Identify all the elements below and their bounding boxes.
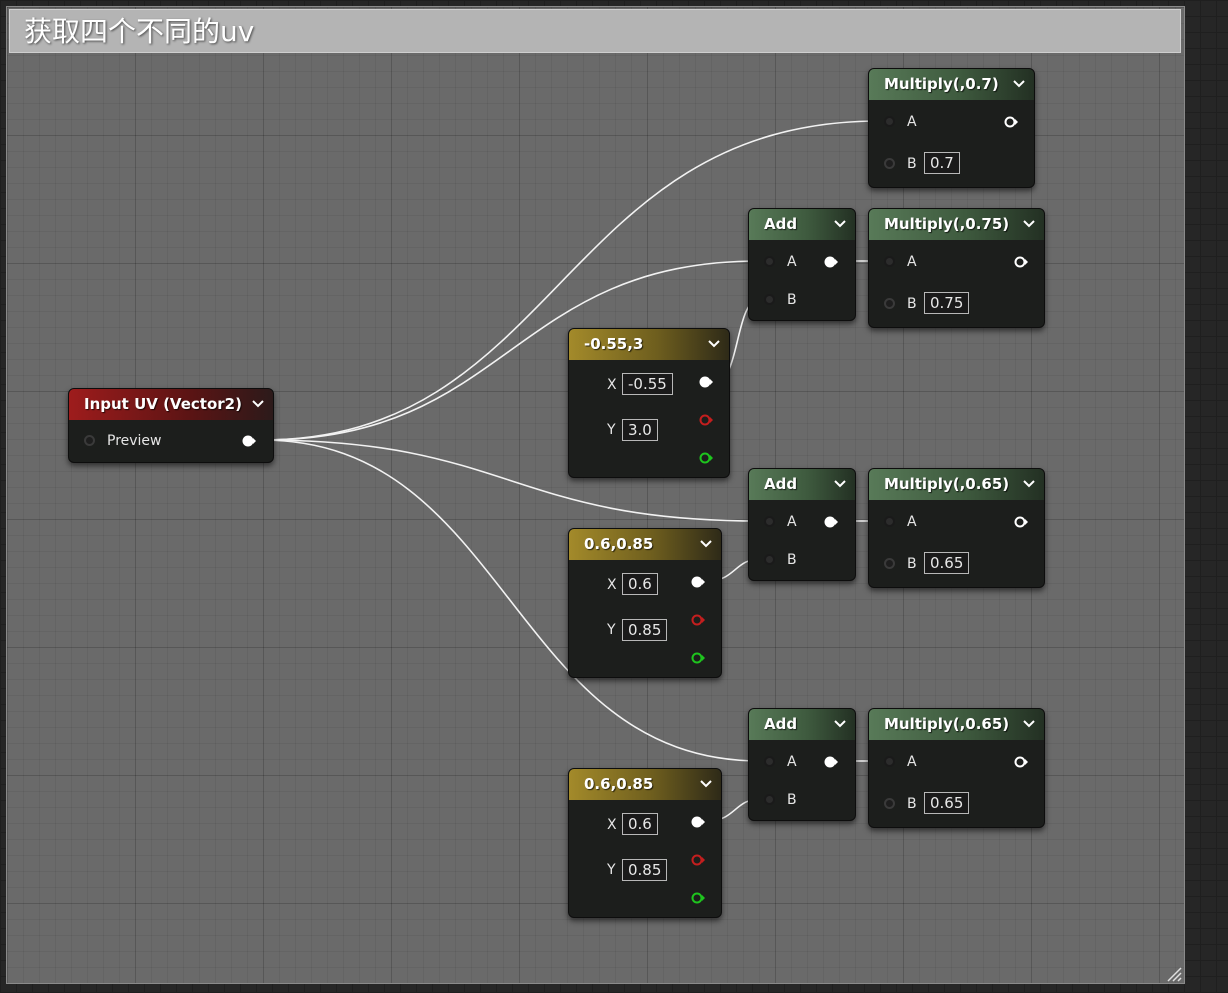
vector-1-y-label: Y bbox=[607, 422, 616, 438]
vector-node-2[interactable]: 0.6,0.85 X 0.6 Y 0.85 bbox=[568, 528, 722, 678]
add-1-output-pin[interactable] bbox=[824, 255, 838, 269]
vector-2-green-pin[interactable] bbox=[691, 651, 705, 665]
add-2-a-pin[interactable] bbox=[764, 516, 775, 527]
multiply-4-a-label: A bbox=[907, 754, 917, 770]
vector-node-1-title: -0.55,3 bbox=[569, 329, 729, 360]
chevron-down-icon[interactable] bbox=[833, 476, 847, 490]
vector-1-x-value[interactable]: -0.55 bbox=[622, 373, 673, 395]
chevron-down-icon[interactable] bbox=[833, 216, 847, 230]
vector-3-y-label: Y bbox=[607, 862, 616, 878]
multiply-1-b-label: B bbox=[907, 156, 917, 172]
multiply-3-a-label: A bbox=[907, 514, 917, 530]
add-node-2[interactable]: Add A B bbox=[748, 468, 856, 581]
multiply-3-b-value[interactable]: 0.65 bbox=[924, 552, 970, 574]
chevron-down-icon[interactable] bbox=[707, 336, 721, 350]
multiply-4-output-pin[interactable] bbox=[1014, 755, 1028, 769]
add-2-b-label: B bbox=[787, 552, 797, 568]
vector-node-3[interactable]: 0.6,0.85 X 0.6 Y 0.85 bbox=[568, 768, 722, 918]
preview-pin-label: Preview bbox=[107, 433, 162, 449]
chevron-down-icon[interactable] bbox=[1012, 76, 1026, 90]
vector-2-y-value[interactable]: 0.85 bbox=[622, 619, 668, 641]
add-3-a-pin[interactable] bbox=[764, 756, 775, 767]
multiply-node-4[interactable]: Multiply(,0.65) A B 0.65 bbox=[868, 708, 1045, 828]
multiply-node-3[interactable]: Multiply(,0.65) A B 0.65 bbox=[868, 468, 1045, 588]
multiply-2-b-pin[interactable] bbox=[884, 298, 895, 309]
vector-3-x-value[interactable]: 0.6 bbox=[622, 813, 658, 835]
vector-2-y-label: Y bbox=[607, 622, 616, 638]
multiply-4-a-pin[interactable] bbox=[884, 756, 895, 767]
multiply-3-a-pin[interactable] bbox=[884, 516, 895, 527]
multiply-2-a-pin[interactable] bbox=[884, 256, 895, 267]
chevron-down-icon[interactable] bbox=[251, 396, 265, 410]
multiply-node-2-title: Multiply(,0.75) bbox=[869, 209, 1044, 240]
vector-3-green-pin[interactable] bbox=[691, 891, 705, 905]
vector-1-red-pin[interactable] bbox=[699, 413, 713, 427]
multiply-2-a-label: A bbox=[907, 254, 917, 270]
vector-node-1[interactable]: -0.55,3 X -0.55 Y 3.0 bbox=[568, 328, 730, 478]
multiply-1-output-pin[interactable] bbox=[1004, 115, 1018, 129]
add-1-b-label: B bbox=[787, 292, 797, 308]
add-3-output-pin[interactable] bbox=[824, 755, 838, 769]
add-3-b-pin[interactable] bbox=[764, 794, 775, 805]
chevron-down-icon[interactable] bbox=[699, 776, 713, 790]
vector-2-x-label: X bbox=[607, 577, 617, 593]
add-3-b-label: B bbox=[787, 792, 797, 808]
vector-3-x-label: X bbox=[607, 817, 617, 833]
multiply-node-1[interactable]: Multiply(,0.7) A B 0.7 bbox=[868, 68, 1035, 188]
multiply-node-2[interactable]: Multiply(,0.75) A B 0.75 bbox=[868, 208, 1045, 328]
preview-output-pin[interactable] bbox=[242, 434, 256, 448]
chevron-down-icon[interactable] bbox=[699, 536, 713, 550]
add-2-output-pin[interactable] bbox=[824, 515, 838, 529]
vector-3-output-pin[interactable] bbox=[691, 815, 705, 829]
add-2-a-label: A bbox=[787, 514, 797, 530]
multiply-1-b-pin[interactable] bbox=[884, 158, 895, 169]
vector-2-output-pin[interactable] bbox=[691, 575, 705, 589]
vector-2-x-value[interactable]: 0.6 bbox=[622, 573, 658, 595]
resize-handle-icon[interactable] bbox=[1164, 964, 1182, 982]
vector-1-x-label: X bbox=[607, 377, 617, 393]
chevron-down-icon[interactable] bbox=[1022, 216, 1036, 230]
add-1-a-pin[interactable] bbox=[764, 256, 775, 267]
vector-1-output-pin[interactable] bbox=[699, 375, 713, 389]
preview-input-pin[interactable] bbox=[84, 435, 95, 446]
add-1-b-pin[interactable] bbox=[764, 294, 775, 305]
input-uv-node-title: Input UV (Vector2) bbox=[69, 389, 273, 420]
add-2-b-pin[interactable] bbox=[764, 554, 775, 565]
chevron-down-icon[interactable] bbox=[1022, 476, 1036, 490]
multiply-node-3-title: Multiply(,0.65) bbox=[869, 469, 1044, 500]
vector-2-red-pin[interactable] bbox=[691, 613, 705, 627]
multiply-2-b-value[interactable]: 0.75 bbox=[924, 292, 970, 314]
multiply-3-b-pin[interactable] bbox=[884, 558, 895, 569]
multiply-1-b-value[interactable]: 0.7 bbox=[924, 152, 960, 174]
multiply-2-b-label: B bbox=[907, 296, 917, 312]
vector-1-green-pin[interactable] bbox=[699, 451, 713, 465]
multiply-node-1-title: Multiply(,0.7) bbox=[869, 69, 1034, 100]
add-3-a-label: A bbox=[787, 754, 797, 770]
multiply-2-output-pin[interactable] bbox=[1014, 255, 1028, 269]
vector-3-red-pin[interactable] bbox=[691, 853, 705, 867]
vector-1-y-value[interactable]: 3.0 bbox=[622, 419, 658, 441]
multiply-1-a-pin[interactable] bbox=[884, 116, 895, 127]
vector-3-y-value[interactable]: 0.85 bbox=[622, 859, 668, 881]
add-node-1[interactable]: Add A B bbox=[748, 208, 856, 321]
multiply-4-b-label: B bbox=[907, 796, 917, 812]
multiply-3-output-pin[interactable] bbox=[1014, 515, 1028, 529]
add-node-3[interactable]: Add A B bbox=[748, 708, 856, 821]
chevron-down-icon[interactable] bbox=[833, 716, 847, 730]
multiply-4-b-pin[interactable] bbox=[884, 798, 895, 809]
multiply-node-4-title: Multiply(,0.65) bbox=[869, 709, 1044, 740]
input-uv-node[interactable]: Input UV (Vector2) Preview bbox=[68, 388, 274, 463]
add-1-a-label: A bbox=[787, 254, 797, 270]
multiply-4-b-value[interactable]: 0.65 bbox=[924, 792, 970, 814]
comment-title[interactable]: 获取四个不同的uv bbox=[9, 9, 1181, 53]
multiply-3-b-label: B bbox=[907, 556, 917, 572]
multiply-1-a-label: A bbox=[907, 114, 917, 130]
chevron-down-icon[interactable] bbox=[1022, 716, 1036, 730]
